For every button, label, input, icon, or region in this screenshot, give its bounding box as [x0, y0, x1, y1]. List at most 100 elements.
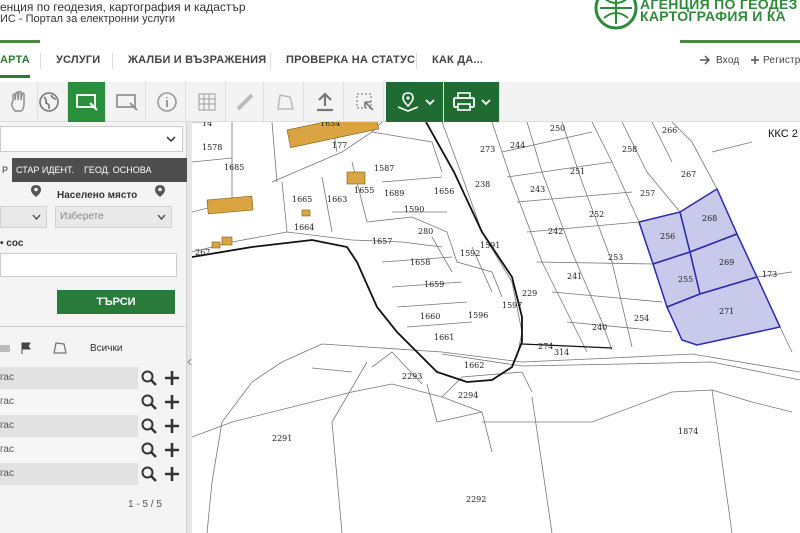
list-item[interactable]: гас: [0, 439, 138, 461]
register-icon: [751, 56, 759, 64]
parcel-label: 229: [522, 289, 537, 298]
add-result-icon[interactable]: [162, 464, 182, 484]
tab-old-identifier[interactable]: СТАР ИДЕНТ.: [16, 158, 74, 182]
nav-item-services[interactable]: УСЛУГИ: [56, 43, 100, 78]
select-area-button[interactable]: [68, 82, 106, 122]
parcel-label: 238: [475, 180, 490, 189]
settlement-select[interactable]: Изберете: [55, 206, 172, 228]
parcel-label: 1655: [354, 186, 374, 195]
parcel-label: 240: [592, 323, 607, 332]
globe-button[interactable]: [30, 82, 68, 122]
zoom-to-result-icon[interactable]: [139, 440, 159, 460]
parcel-label: 2291: [272, 434, 292, 443]
highlighted-parcels[interactable]: [638, 187, 782, 346]
measure-area-button[interactable]: [266, 82, 304, 122]
measure-grid-button[interactable]: [188, 82, 226, 122]
parcel-label: 266: [662, 126, 677, 135]
field-label: • сос: [0, 238, 24, 249]
app-window: енция по геодезия, картография и кадастъ…: [0, 0, 800, 533]
chevron-down-icon: [424, 99, 435, 106]
print-dropdown-button[interactable]: [444, 82, 500, 122]
search-sidebar: Р СТАР ИДЕНТ. ГЕОД. ОСНОВА Населено мяст…: [0, 122, 187, 533]
identifier-input[interactable]: [0, 253, 177, 277]
parcel-label: 2294: [458, 391, 478, 400]
zoom-to-result-icon[interactable]: [139, 464, 159, 484]
building: [346, 171, 366, 185]
zoom-to-result-icon[interactable]: [139, 368, 159, 388]
upload-button[interactable]: [306, 82, 344, 122]
zoom-to-result-icon[interactable]: [139, 392, 159, 412]
parcel-label: 244: [510, 141, 525, 150]
main-nav: АРТА УСЛУГИ ЖАЛБИ И ВЪЗРАЖЕНИЯ ПРОВЕРКА …: [0, 40, 800, 78]
parcel-label: 1656: [434, 187, 454, 196]
tab-geodetic-base[interactable]: ГЕОД. ОСНОВА: [84, 158, 151, 182]
parcel-label: 242: [548, 227, 563, 236]
select-rectangle-button[interactable]: [108, 82, 146, 122]
parcel-label: 1590: [404, 205, 424, 214]
header: енция по геодезия, картография и кадастъ…: [0, 0, 800, 40]
tab-identifier[interactable]: Р: [0, 158, 12, 182]
add-result-icon[interactable]: [162, 392, 182, 412]
parcel-label: 1587: [374, 164, 394, 173]
list-item[interactable]: гас: [0, 415, 138, 437]
cadastral-map[interactable]: 1578 1685 1654 177 1587 1655 1665 1663 1…: [192, 122, 800, 533]
location-layers-icon: [397, 92, 418, 112]
settlement-label: Населено място: [57, 190, 138, 201]
filter-parcel-icon[interactable]: [0, 338, 12, 358]
all-filter-label[interactable]: Всички: [90, 343, 122, 354]
search-button[interactable]: ТЪРСИ: [57, 290, 175, 314]
parcel-label: 177: [332, 141, 347, 150]
printer-icon: [452, 92, 475, 111]
zoom-to-result-icon[interactable]: [139, 416, 159, 436]
add-result-icon[interactable]: [162, 416, 182, 436]
ruler-icon: [236, 93, 253, 111]
parcel-label: 1664: [294, 223, 314, 232]
select-features-button[interactable]: [346, 82, 384, 122]
parcel-label: 252: [589, 210, 604, 219]
parcel-label: 1661: [434, 333, 454, 342]
building: [221, 236, 233, 246]
parcel-label: 1657: [372, 237, 392, 246]
building: [211, 241, 221, 249]
parcel-label: 1874: [678, 427, 698, 436]
list-item[interactable]: гас: [0, 367, 138, 389]
filter-polygon-icon[interactable]: [50, 338, 70, 358]
municipality-select[interactable]: [0, 206, 47, 228]
portal-name: ИС - Портал за електронни услуги: [0, 13, 176, 25]
nav-item-how-to[interactable]: КАК ДА...: [432, 43, 483, 78]
nav-item-status-check[interactable]: ПРОВЕРКА НА СТАТУС: [286, 43, 415, 78]
nav-separator: [270, 53, 271, 69]
parcel-label: 314: [554, 348, 569, 357]
parcel-label: 267: [681, 170, 696, 179]
login-link[interactable]: Вход: [716, 43, 739, 78]
sidebar-divider: [0, 326, 185, 327]
search-type-select[interactable]: [0, 126, 183, 152]
map-canvas[interactable]: 1578 1685 1654 177 1587 1655 1665 1663 1…: [192, 122, 800, 533]
agency-name: енция по геодезия, картография и кадастъ…: [0, 0, 246, 14]
list-item[interactable]: гас: [0, 391, 138, 413]
map-pin-icon: [31, 185, 41, 197]
filter-flag-icon[interactable]: [16, 338, 36, 358]
nav-separator: [112, 53, 113, 69]
grid-ruler-icon: [197, 93, 216, 111]
register-link[interactable]: Регистр: [763, 43, 800, 78]
nav-item-map[interactable]: АРТА: [0, 43, 30, 78]
buildings: [206, 122, 380, 249]
parcel-label: 250: [550, 124, 565, 133]
hand-icon: [10, 91, 25, 112]
parcel-label: 1663: [327, 195, 347, 204]
layers-dropdown-button[interactable]: [386, 82, 444, 122]
parcel-label: 256: [660, 232, 675, 241]
parcel-label: 1591: [480, 241, 500, 250]
chevron-down-icon: [480, 99, 491, 106]
login-arrow-icon: [700, 55, 711, 65]
add-result-icon[interactable]: [162, 440, 182, 460]
list-item[interactable]: гас: [0, 463, 138, 485]
parcel-label: 2292: [466, 495, 486, 504]
measure-distance-button[interactable]: [226, 82, 264, 122]
info-button[interactable]: [148, 82, 186, 122]
parcel-label: 1685: [224, 163, 244, 172]
add-result-icon[interactable]: [162, 368, 182, 388]
nav-item-complaints[interactable]: ЖАЛБИ И ВЪЗРАЖЕНИЯ: [128, 43, 266, 78]
agency-logo-icon: [594, 0, 638, 30]
